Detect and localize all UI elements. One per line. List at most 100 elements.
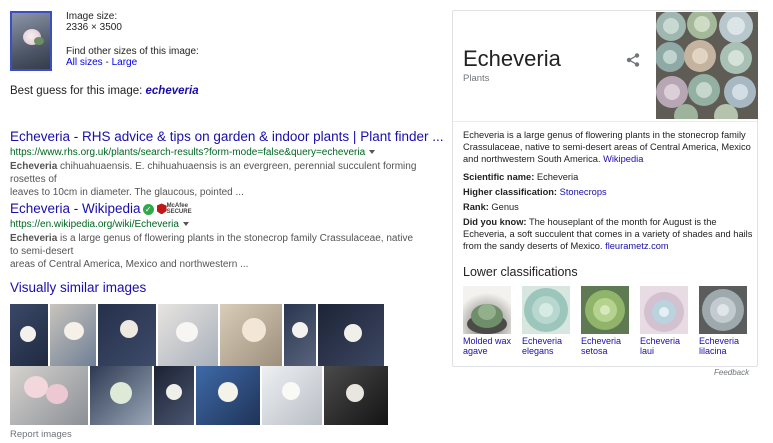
visually-similar-heading-link[interactable]: Visually similar images (10, 280, 146, 295)
lower-classification-item[interactable]: Echeveria elegans (522, 286, 572, 356)
echeveria-elegans-image[interactable] (522, 286, 570, 334)
fleurametz-link[interactable]: fleurametz.com (605, 241, 669, 251)
echeveria-setosa-image[interactable] (581, 286, 629, 334)
fact-did-you-know: Did you know: The houseplant of the mont… (463, 216, 753, 252)
share-icon[interactable] (625, 52, 641, 68)
lower-classifications-heading: Lower classifications (463, 265, 578, 279)
tile-boutonniere (110, 382, 132, 404)
query-image-thumbnail[interactable] (10, 11, 52, 71)
best-guess-label: Best guess for this image: (10, 85, 146, 97)
snippet-line-2: leaves to 10cm in diameter. The glaucous… (10, 187, 244, 198)
result-url: https://www.rhs.org.uk/plants/search-res… (10, 146, 420, 159)
label-line-1[interactable]: Echeveria (581, 336, 621, 346)
label-line-2[interactable]: agave (463, 346, 488, 356)
tile-boutonniere (64, 322, 84, 340)
result-title-link[interactable]: Echeveria - Wikipedia (10, 201, 141, 216)
stonecrops-link[interactable]: Stonecrops (560, 187, 607, 197)
setosa-rosette (585, 290, 625, 330)
wikipedia-link[interactable]: Wikipedia (603, 154, 643, 164)
all-sizes-link[interactable]: All sizes (66, 57, 103, 68)
fact-value: Genus (488, 202, 519, 212)
fact-label: Scientific name: (463, 172, 535, 182)
fact-label: Higher classification: (463, 187, 558, 197)
lower-classification-label[interactable]: Echeveria setosa (581, 336, 631, 356)
result-title-link[interactable]: Echeveria - RHS advice & tips on garden … (10, 128, 443, 145)
tile-boutonniere (346, 384, 364, 402)
report-images-link[interactable]: Report images (10, 429, 72, 440)
kp-title: Echeveria (463, 46, 561, 71)
lower-classification-label[interactable]: Molded wax agave (463, 336, 513, 356)
fact-scientific-name: Scientific name: Echeveria (463, 171, 753, 183)
fact-label: Did you know: (463, 217, 527, 227)
mcafee-shield-icon (156, 203, 167, 215)
best-guess-query-link[interactable]: echeveria (146, 85, 199, 97)
similar-image-tile[interactable] (262, 366, 322, 425)
fact-label: Rank: (463, 202, 489, 212)
lower-classification-item[interactable]: Echeveria lilacina (699, 286, 749, 356)
mcafee-text: McAfee SECURE (167, 203, 192, 215)
similar-image-tile[interactable] (10, 366, 88, 425)
feedback-link[interactable]: Feedback (714, 368, 749, 377)
tile-boutonniere (166, 384, 182, 400)
similar-image-tile[interactable] (284, 304, 316, 366)
lower-classification-label[interactable]: Echeveria lilacina (699, 336, 749, 356)
similar-image-tile[interactable] (158, 304, 218, 366)
similar-image-tile[interactable] (324, 366, 388, 425)
best-guess: Best guess for this image: echeveria (10, 85, 199, 97)
echeveria-laui-image[interactable] (640, 286, 688, 334)
agave-rosette (467, 304, 507, 334)
thumbnail-leaf (34, 37, 44, 45)
similar-image-tile[interactable] (50, 304, 96, 366)
label-line-2[interactable]: lilacina (699, 346, 727, 356)
similar-image-tile[interactable] (10, 304, 48, 366)
size-links-separator: - (102, 57, 112, 68)
similar-image-tile[interactable] (98, 304, 156, 366)
label-line-2[interactable]: setosa (581, 346, 608, 356)
label-line-1[interactable]: Echeveria (699, 336, 739, 346)
result-url-text: https://www.rhs.org.uk/plants/search-res… (10, 147, 366, 158)
tile-boutonniere (292, 322, 308, 338)
tile-boutonniere (20, 326, 36, 342)
result-url-text: https://en.wikipedia.org/wiki/Echeveria (10, 219, 179, 230)
label-line-1[interactable]: Echeveria (522, 336, 562, 346)
kp-divider (453, 121, 757, 122)
label-line-1[interactable]: Molded wax (463, 336, 511, 346)
search-result: Echeveria - Wikipedia ✓ McAfee SECURE https… (10, 200, 420, 271)
succulent-rosettes-image (656, 12, 758, 119)
label-line-2[interactable]: elegans (522, 346, 554, 356)
kp-description: Echeveria is a large genus of flowering … (463, 129, 753, 165)
echeveria-lilacina-image[interactable] (699, 286, 747, 334)
tile-boutonniere (282, 382, 300, 400)
similar-image-tile[interactable] (318, 304, 384, 366)
lower-classification-item[interactable]: Echeveria laui (640, 286, 690, 356)
snippet-line-1: chihuahuaensis. E. chihuahuaensis is an … (10, 161, 417, 185)
knowledge-panel: Echeveria Plants Echeveria is a large ge… (452, 10, 758, 367)
label-line-2[interactable]: laui (640, 346, 654, 356)
lower-classification-label[interactable]: Echeveria elegans (522, 336, 572, 356)
tile-bouquet (24, 376, 48, 398)
similar-image-tile[interactable] (154, 366, 194, 425)
tile-boutonniere (120, 320, 138, 338)
molded-wax-agave-image[interactable] (463, 286, 511, 334)
large-size-link[interactable]: Large (112, 57, 138, 68)
similar-image-tile[interactable] (220, 304, 282, 366)
similar-image-tile[interactable] (90, 366, 152, 425)
tile-boutonniere (176, 322, 198, 342)
mcafee-secure-icon: McAfee SECURE (156, 203, 192, 216)
verified-check-icon: ✓ (142, 203, 154, 215)
dropdown-caret-icon[interactable] (182, 222, 189, 227)
similar-image-tile[interactable] (196, 366, 260, 425)
fact-higher-classification: Higher classification: Stonecrops (463, 186, 753, 198)
tile-boutonniere (242, 318, 266, 342)
snippet-keyword: Echeveria (10, 161, 58, 172)
image-size-links: All sizes - Large (66, 57, 137, 69)
kp-hero-image[interactable] (656, 12, 758, 119)
search-result: Echeveria - RHS advice & tips on garden … (10, 128, 443, 199)
snippet-keyword: Echeveria (10, 233, 58, 244)
lower-classification-item[interactable]: Echeveria setosa (581, 286, 631, 356)
lower-classification-item[interactable]: Molded wax agave (463, 286, 513, 356)
tile-bouquet (46, 384, 68, 404)
dropdown-caret-icon[interactable] (369, 150, 376, 155)
lower-classification-label[interactable]: Echeveria laui (640, 336, 690, 356)
label-line-1[interactable]: Echeveria (640, 336, 680, 346)
